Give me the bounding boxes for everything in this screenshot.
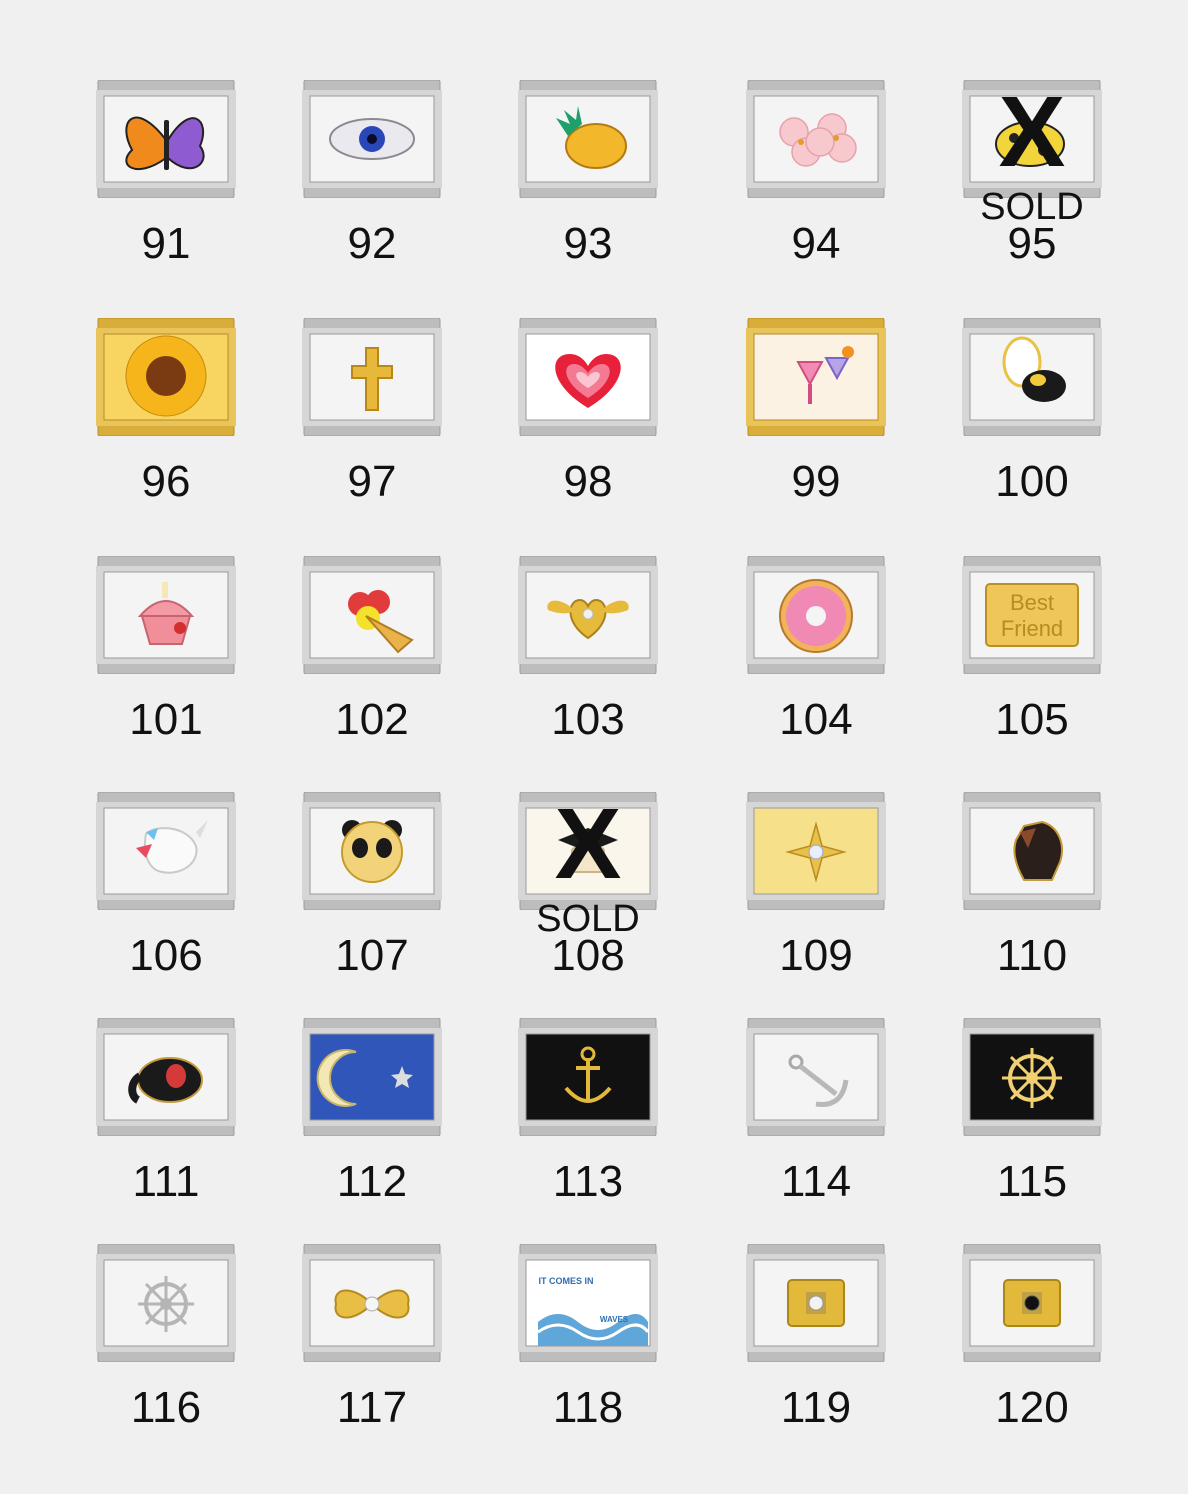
charm-item[interactable]: 102 (262, 556, 482, 786)
charm-engraving: IT COMES IN (538, 1276, 593, 1286)
charm-item[interactable]: 101 (56, 556, 276, 786)
butterfly-icon (96, 80, 236, 198)
charm-number: 114 (780, 1157, 852, 1206)
charm-number: 104 (779, 695, 853, 744)
cocktail-icon (746, 318, 886, 436)
star-crystal-icon (746, 792, 886, 910)
charm-item[interactable]: 117 (262, 1244, 482, 1474)
charm-number: 101 (129, 695, 203, 744)
charm-item[interactable]: 106 (56, 792, 276, 1022)
heart-icon (518, 318, 658, 436)
charm-number: 94 (791, 219, 841, 268)
charm-item[interactable]: 110 (922, 792, 1142, 1022)
cupcake-icon (96, 556, 236, 674)
pineapple-icon (518, 80, 658, 198)
blossom-icon (746, 80, 886, 198)
elephant-icon (96, 1018, 236, 1136)
charm-item[interactable]: IT COMES IN WAVES 118 (478, 1244, 698, 1474)
charm-number: 107 (335, 931, 409, 980)
moon-star-icon (302, 1018, 442, 1136)
charm-item[interactable]: 97 (262, 318, 482, 548)
charm-engraving: WAVES (600, 1315, 629, 1324)
black-stone-icon (962, 1244, 1102, 1362)
charm-number: 91 (141, 219, 191, 268)
charm-number: 105 (995, 695, 1069, 744)
charm-item[interactable]: 114 (706, 1018, 926, 1248)
charm-item[interactable]: Best Friend 105 (922, 556, 1142, 786)
charm-number: 110 (996, 931, 1068, 980)
charm-engraving: Friend (1001, 616, 1063, 641)
unicorn-icon (96, 792, 236, 910)
charm-number: 96 (141, 457, 191, 506)
charm-grid: 91 92 93 94 X SOLD 95 96 97 98 99 100 10… (0, 0, 1188, 1494)
winged-heart-icon (518, 556, 658, 674)
charm-item[interactable]: 119 (706, 1244, 926, 1474)
charm-number: 119 (780, 1383, 852, 1432)
sunflower-icon (96, 318, 236, 436)
silver-wheel-icon (96, 1244, 236, 1362)
panda-icon (302, 792, 442, 910)
charm-number: 95 (1007, 219, 1057, 268)
charm-item[interactable]: 103 (478, 556, 698, 786)
charm-item[interactable]: 98 (478, 318, 698, 548)
charm-number: 99 (791, 457, 841, 506)
charm-item[interactable]: 115 (922, 1018, 1142, 1248)
charm-number: 112 (336, 1157, 408, 1206)
charm-number: 117 (336, 1383, 408, 1432)
donut-icon (746, 556, 886, 674)
charm-number: 97 (347, 457, 397, 506)
cross-icon (302, 318, 442, 436)
clear-stone-icon (746, 1244, 886, 1362)
charm-number: 93 (563, 219, 613, 268)
charm-engraving: Best (1010, 590, 1054, 615)
best-friend-plaque-icon: Best Friend (962, 556, 1102, 674)
charm-number: 98 (563, 457, 613, 506)
charm-item[interactable]: 120 (922, 1244, 1142, 1474)
charm-item[interactable]: 92 (262, 80, 482, 310)
charm-item[interactable]: 113 (478, 1018, 698, 1248)
charm-item[interactable]: 96 (56, 318, 276, 548)
charm-item[interactable]: 112 (262, 1018, 482, 1248)
charm-item[interactable]: 100 (922, 318, 1142, 548)
bow-icon (302, 1244, 442, 1362)
charm-item[interactable]: 93 (478, 80, 698, 310)
charm-number: 103 (551, 695, 625, 744)
charm-number: 92 (347, 219, 397, 268)
bee-icon (962, 318, 1102, 436)
charm-number: 115 (996, 1157, 1068, 1206)
charm-item[interactable]: 104 (706, 556, 926, 786)
charm-number: 113 (552, 1157, 624, 1206)
charm-number: 118 (552, 1383, 624, 1432)
charm-item[interactable]: 94 (706, 80, 926, 310)
charm-item[interactable]: X SOLD 108 (478, 792, 698, 1022)
charm-number: 116 (130, 1383, 202, 1432)
evil-eye-icon (302, 80, 442, 198)
charm-number: 100 (995, 457, 1069, 506)
charm-item[interactable]: 99 (706, 318, 926, 548)
ship-wheel-icon (962, 1018, 1102, 1136)
sold-x-mark: X (998, 76, 1066, 188)
waves-icon: IT COMES IN WAVES (518, 1244, 658, 1362)
charm-item[interactable]: 107 (262, 792, 482, 1022)
charm-item[interactable]: X SOLD 95 (922, 80, 1142, 310)
horse-icon (962, 792, 1102, 910)
sold-x-mark: X (554, 788, 622, 900)
ice-cream-icon (302, 556, 442, 674)
charm-number: 109 (779, 931, 853, 980)
charm-number: 108 (551, 931, 625, 980)
charm-item[interactable]: 116 (56, 1244, 276, 1474)
anchor-icon (518, 1018, 658, 1136)
silver-anchor-icon (746, 1018, 886, 1136)
charm-number: 106 (129, 931, 203, 980)
charm-number: 111 (132, 1157, 200, 1206)
charm-number: 102 (335, 695, 409, 744)
charm-number: 120 (995, 1383, 1069, 1432)
charm-item[interactable]: 109 (706, 792, 926, 1022)
charm-item[interactable]: 111 (56, 1018, 276, 1248)
charm-item[interactable]: 91 (56, 80, 276, 310)
